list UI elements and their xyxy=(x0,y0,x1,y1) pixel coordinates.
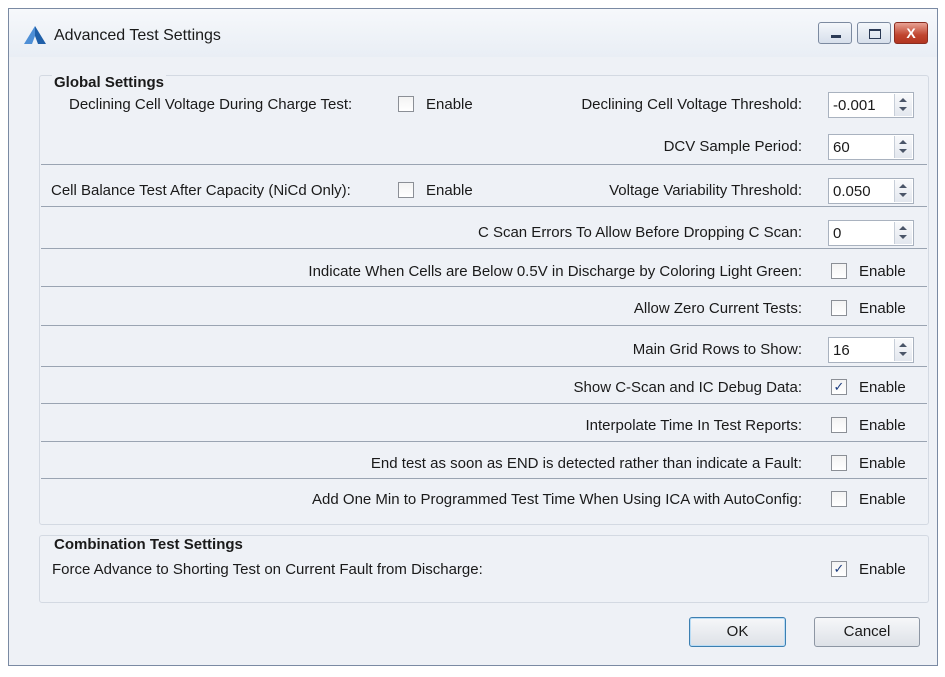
cell-balance-checkbox[interactable] xyxy=(398,182,414,198)
divider xyxy=(41,325,927,326)
minimize-icon xyxy=(831,35,841,38)
spin-down-icon[interactable] xyxy=(899,149,907,153)
voltage-variability-value: 0.050 xyxy=(833,183,871,200)
declining-voltage-enable-label: Enable xyxy=(426,96,473,113)
dcv-sample-period-spinner[interactable]: 60 xyxy=(828,134,914,160)
title-bar[interactable]: Advanced Test Settings X xyxy=(9,9,937,57)
spinner-buttons[interactable] xyxy=(894,180,912,202)
divider xyxy=(41,403,927,404)
end-test-checkbox[interactable] xyxy=(831,455,847,471)
debug-data-checkbox[interactable]: ✓ xyxy=(831,379,847,395)
interpolate-time-checkbox[interactable] xyxy=(831,417,847,433)
close-button[interactable]: X xyxy=(894,22,928,44)
cell-balance-label: Cell Balance Test After Capacity (NiCd O… xyxy=(51,182,351,199)
spin-up-icon[interactable] xyxy=(899,226,907,230)
indicate-below-checkbox[interactable] xyxy=(831,263,847,279)
dcv-sample-period-value: 60 xyxy=(833,139,850,156)
spinner-buttons[interactable] xyxy=(894,339,912,361)
declining-voltage-checkbox[interactable] xyxy=(398,96,414,112)
spin-up-icon[interactable] xyxy=(899,343,907,347)
window-title: Advanced Test Settings xyxy=(54,27,221,44)
end-test-label: End test as soon as END is detected rath… xyxy=(370,455,802,472)
add-one-min-label: Add One Min to Programmed Test Time When… xyxy=(312,491,802,508)
divider xyxy=(41,248,927,249)
divider xyxy=(41,164,927,165)
grid-rows-value: 16 xyxy=(833,342,850,359)
c-scan-errors-spinner[interactable]: 0 xyxy=(828,220,914,246)
divider xyxy=(41,366,927,367)
global-settings-title: Global Settings xyxy=(52,74,167,91)
spinner-buttons[interactable] xyxy=(894,222,912,244)
app-logo-icon xyxy=(24,26,46,44)
interpolate-time-label: Interpolate Time In Test Reports: xyxy=(585,417,803,434)
zero-current-enable-label: Enable xyxy=(859,300,906,317)
add-one-min-checkbox[interactable] xyxy=(831,491,847,507)
indicate-below-label: Indicate When Cells are Below 0.5V in Di… xyxy=(308,263,802,280)
force-advance-checkbox[interactable]: ✓ xyxy=(831,561,847,577)
c-scan-errors-value: 0 xyxy=(833,225,842,242)
divider xyxy=(41,286,927,287)
divider xyxy=(41,206,927,207)
spin-down-icon[interactable] xyxy=(899,193,907,197)
spin-down-icon[interactable] xyxy=(899,235,907,239)
ok-button[interactable]: OK xyxy=(689,617,786,647)
debug-data-label: Show C-Scan and IC Debug Data: xyxy=(573,379,802,396)
spinner-buttons[interactable] xyxy=(894,94,912,116)
combination-settings-group: Combination Test Settings Force Advance … xyxy=(39,535,929,603)
dialog-window: Advanced Test Settings X Global Settings… xyxy=(8,8,938,666)
spin-up-icon[interactable] xyxy=(899,98,907,102)
dcv-sample-period-label: DCV Sample Period: xyxy=(663,138,802,155)
spinner-buttons[interactable] xyxy=(894,136,912,158)
maximize-icon xyxy=(869,29,881,39)
declining-threshold-label: Declining Cell Voltage Threshold: xyxy=(581,96,802,113)
cell-balance-enable-label: Enable xyxy=(426,182,473,199)
spin-down-icon[interactable] xyxy=(899,352,907,356)
combination-settings-title: Combination Test Settings xyxy=(52,536,245,553)
maximize-button[interactable] xyxy=(857,22,891,44)
add-one-min-enable-label: Enable xyxy=(859,491,906,508)
grid-rows-label: Main Grid Rows to Show: xyxy=(632,341,802,358)
spin-up-icon[interactable] xyxy=(899,184,907,188)
declining-threshold-value: -0.001 xyxy=(833,97,876,114)
interpolate-time-enable-label: Enable xyxy=(859,417,906,434)
cancel-button[interactable]: Cancel xyxy=(814,617,920,647)
force-advance-enable-label: Enable xyxy=(859,561,906,578)
global-settings-group: Global Settings Declining Cell Voltage D… xyxy=(39,74,929,525)
declining-threshold-spinner[interactable]: -0.001 xyxy=(828,92,914,118)
force-advance-label: Force Advance to Shorting Test on Curren… xyxy=(52,561,483,578)
end-test-enable-label: Enable xyxy=(859,455,906,472)
spin-down-icon[interactable] xyxy=(899,107,907,111)
spin-up-icon[interactable] xyxy=(899,140,907,144)
debug-data-enable-label: Enable xyxy=(859,379,906,396)
declining-voltage-label: Declining Cell Voltage During Charge Tes… xyxy=(69,96,353,113)
divider xyxy=(41,478,927,479)
voltage-variability-label: Voltage Variability Threshold: xyxy=(609,182,802,199)
zero-current-label: Allow Zero Current Tests: xyxy=(633,300,802,317)
close-icon: X xyxy=(906,25,916,41)
divider xyxy=(41,441,927,442)
grid-rows-spinner[interactable]: 16 xyxy=(828,337,914,363)
indicate-below-enable-label: Enable xyxy=(859,263,906,280)
minimize-button[interactable] xyxy=(818,22,852,44)
c-scan-errors-label: C Scan Errors To Allow Before Dropping C… xyxy=(477,224,802,241)
zero-current-checkbox[interactable] xyxy=(831,300,847,316)
voltage-variability-spinner[interactable]: 0.050 xyxy=(828,178,914,204)
